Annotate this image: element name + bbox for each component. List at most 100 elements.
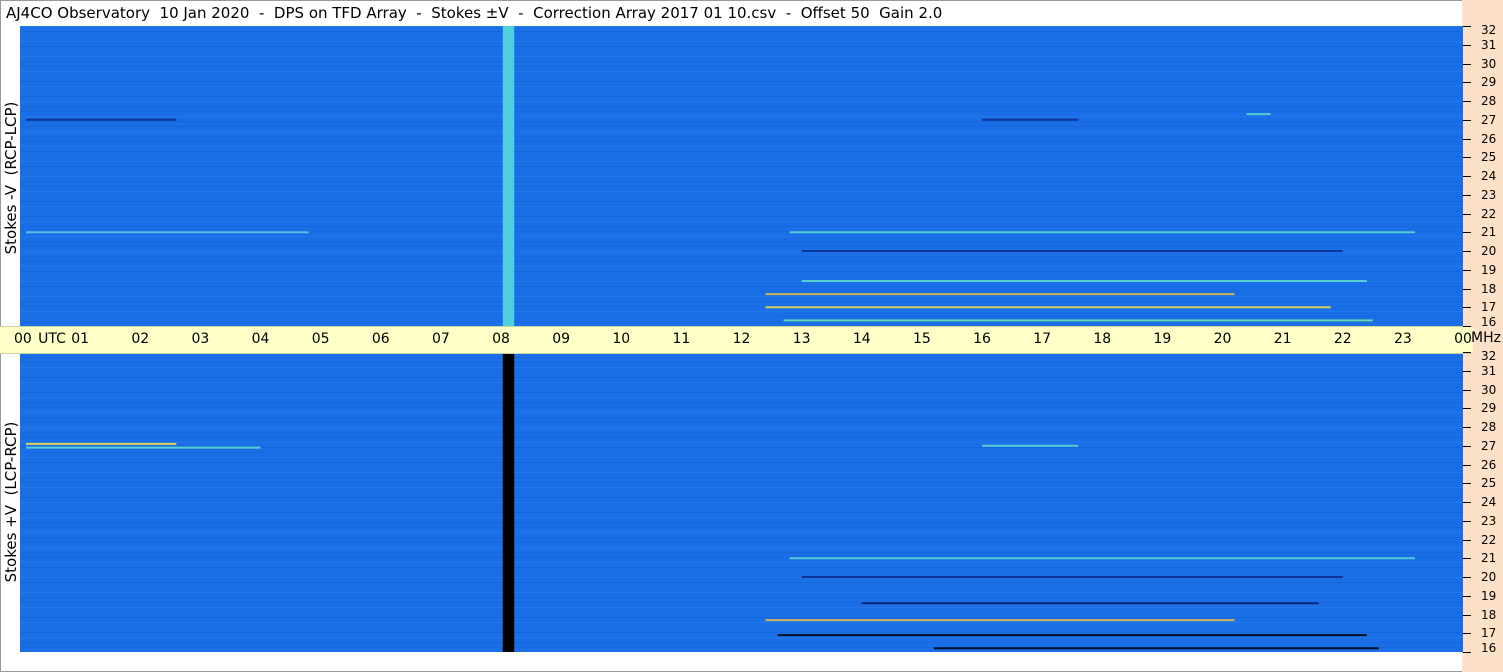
noise-stripe [20,372,1463,373]
spectral-feature [765,306,1331,309]
frequency-tick [1463,445,1471,447]
noise-stripe [20,101,1463,102]
noise-stripe [20,642,1463,643]
noise-stripe [20,81,1463,82]
frequency-tick-label: 25 [1481,476,1497,491]
frequency-tick-label: 30 [1481,382,1497,397]
time-tick-label: 06 [371,331,390,347]
frequency-tick-label: 24 [1481,495,1497,509]
spectral-feature [26,118,177,121]
frequency-tick-label: 32 [1481,349,1497,363]
noise-stripe [20,121,1463,122]
frequency-tick [1463,539,1471,541]
frequency-tick [1463,614,1471,616]
noise-stripe [20,457,1463,458]
time-tick-label: 19 [1153,331,1172,347]
noise-stripe [20,582,1463,583]
noise-stripe [20,417,1463,418]
spectral-feature [765,293,1235,296]
noise-stripe [20,452,1463,453]
spectral-feature [765,619,1235,622]
top-panel-ylabel: Stokes -V (RCP-LCP) [2,101,20,255]
frequency-tick [1463,520,1471,522]
time-tick-label: 12 [732,331,751,347]
time-tick-label: 03 [191,331,210,347]
noise-stripe [20,151,1463,152]
noise-stripe [20,612,1463,613]
noise-stripe [20,357,1463,358]
noise-stripe [20,196,1463,197]
frequency-tick-label: 18 [1481,607,1497,622]
frequency-tick-label: 31 [1481,37,1497,52]
frequency-tick-label: 21 [1481,225,1497,240]
frequency-tick [1463,595,1471,597]
frequency-tick [1463,26,1471,27]
time-tick-label: 00 [14,331,32,347]
frequency-tick [1463,251,1471,252]
spectral-feature [789,231,1415,234]
noise-stripe [20,522,1463,523]
time-tick-label: 14 [852,331,871,347]
noise-stripe [20,542,1463,543]
noise-stripe [20,442,1463,443]
time-unit-label: UTC [38,331,66,347]
noise-stripe [20,392,1463,393]
frequency-tick [1463,633,1471,635]
frequency-tick [1463,370,1471,372]
noise-stripe [20,512,1463,513]
noise-stripe [20,186,1463,187]
frequency-tick-label: 32 [1481,23,1497,37]
frequency-tick [1463,352,1471,353]
noise-stripe [20,131,1463,132]
noise-stripe [20,311,1463,312]
frequency-tick-label: 23 [1481,513,1497,528]
noise-stripe [20,482,1463,483]
noise-stripe [20,271,1463,272]
time-tick-label: 21 [1273,331,1292,347]
frequency-tick-label: 16 [1481,641,1497,655]
spectral-feature [777,634,1367,637]
noise-stripe [20,41,1463,42]
noise-stripe [20,316,1463,317]
noise-stripe [20,427,1463,428]
frequency-tick-label: 29 [1481,75,1497,90]
noise-stripe [20,637,1463,638]
noise-stripe [20,367,1463,368]
frequency-tick-label: 23 [1481,187,1497,202]
frequency-tick-label: 22 [1481,206,1497,221]
noise-stripe [20,492,1463,493]
noise-stripe [20,236,1463,237]
time-tick-label: 05 [311,331,330,347]
noise-stripe [20,622,1463,623]
spectral-feature [26,446,261,449]
time-tick-label: 22 [1333,331,1352,347]
noise-stripe [20,296,1463,297]
time-tick-label: 17 [1033,331,1052,347]
time-tick-label: 09 [552,331,571,347]
noise-stripe [20,126,1463,127]
noise-stripe [20,437,1463,438]
frequency-tick [1463,44,1471,46]
noise-stripe [20,191,1463,192]
frequency-tick [1463,63,1471,65]
time-tick-label: 18 [1093,331,1112,347]
time-tick-label: 04 [251,331,270,347]
noise-stripe [20,497,1463,498]
frequency-unit-label: MHz [1471,330,1501,346]
frequency-tick [1463,652,1471,653]
noise-stripe [20,26,1463,27]
frequency-tick-label: 31 [1481,363,1497,378]
noise-stripe [20,71,1463,72]
noise-stripe [20,382,1463,383]
time-axis: 00 01 02 03 04 05 06 07 08 09 10 11 12 13 14 15 16 17 18 19… [0,326,1473,354]
frequency-tick-label: 30 [1481,56,1497,71]
bottom-panel-ylabel: Stokes +V (LCP-RCP) [2,421,20,583]
noise-stripe [20,291,1463,292]
noise-stripe [20,527,1463,528]
noise-stripe [20,617,1463,618]
noise-stripe [20,572,1463,573]
bottom-frequency-axis: 16 17 18 19 20 21 22 23 24 25 26 27 28 29 30 31 32 [1463,349,1503,655]
noise-stripe [20,266,1463,267]
noise-stripe [20,91,1463,92]
frequency-tick-label: 27 [1481,112,1497,127]
